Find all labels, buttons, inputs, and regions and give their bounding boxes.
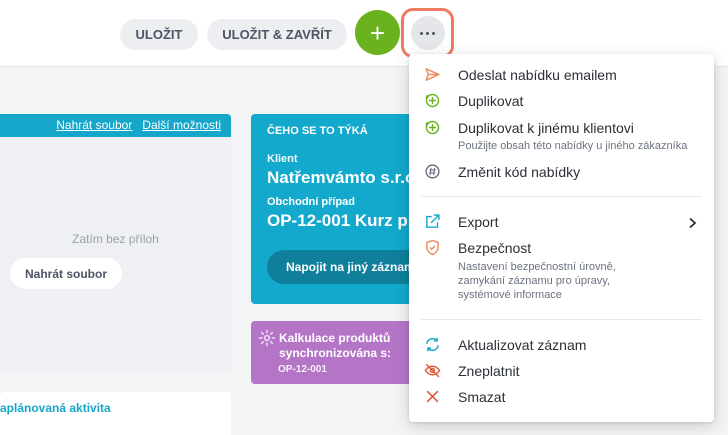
duplicate-icon <box>425 93 440 108</box>
menu-item-duplicate-other-client[interactable]: Duplikovat k jinému klientovi Použijte o… <box>409 117 714 155</box>
menu-item-invalidate[interactable]: Zneplatnit <box>409 360 714 382</box>
more-options-menu: Odeslat nabídku emailem Duplikovat Dupli… <box>409 54 714 422</box>
calculation-title: Kalkulace produktů synchronizována s: <box>279 331 392 360</box>
menu-item-send-email[interactable]: Odeslat nabídku emailem <box>409 64 714 86</box>
attachments-empty-text: Zatím bez příloh <box>72 232 159 246</box>
menu-item-label: Zneplatnit <box>458 363 520 379</box>
upload-file-link[interactable]: Nahrát soubor <box>56 118 132 132</box>
hash-icon <box>425 164 440 179</box>
menu-item-label: Smazat <box>458 389 506 405</box>
send-icon <box>425 68 440 81</box>
duplicate-icon <box>425 120 440 135</box>
menu-item-label: Duplikovat <box>458 93 524 109</box>
shield-icon <box>426 239 439 256</box>
menu-item-security[interactable]: Bezpečnost Nastavení bezpečnostní úrovně… <box>409 237 714 303</box>
more-options-button[interactable] <box>410 16 445 50</box>
ellipsis-icon <box>420 31 423 35</box>
attachments-header: Nahrát soubor Další možnosti <box>0 114 231 137</box>
menu-item-description: Nastavení bezpečnostní úrovně, <box>458 261 616 273</box>
menu-item-label: Změnit kód nabídky <box>458 164 581 180</box>
connect-record-button[interactable]: Napojit na jiný záznam <box>267 250 421 284</box>
card-heading: ČEHO SE TO TÝKÁ <box>267 125 368 137</box>
upload-file-button[interactable]: Nahrát soubor <box>10 258 122 289</box>
case-value[interactable]: OP-12-001 Kurz práce <box>267 211 421 231</box>
menu-item-change-code[interactable]: Změnit kód nabídky <box>409 161 714 183</box>
menu-item-label: Export <box>458 214 499 230</box>
close-icon <box>426 390 439 403</box>
menu-item-refresh[interactable]: Aktualizovat záznam <box>409 334 714 356</box>
more-options-highlight <box>401 8 454 58</box>
menu-item-export[interactable]: Export <box>409 211 714 233</box>
menu-item-label: Bezpečnost <box>458 240 532 256</box>
menu-item-delete[interactable]: Smazat <box>409 386 714 408</box>
client-value[interactable]: Natřemvámto s.r.o. <box>267 168 420 188</box>
gear-icon <box>258 329 276 347</box>
eye-off-icon <box>424 363 441 378</box>
related-to-card: ČEHO SE TO TÝKÁ Klient Natřemvámto s.r.o… <box>251 114 421 304</box>
save-and-close-button[interactable]: ULOŽIT & ZAVŘÍT <box>207 19 347 50</box>
menu-separator <box>421 319 702 320</box>
refresh-icon <box>426 337 439 352</box>
menu-item-label: Aktualizovat záznam <box>458 337 587 353</box>
add-button[interactable]: + <box>355 10 400 55</box>
save-button[interactable]: ULOŽIT <box>120 19 198 50</box>
menu-item-label: Odeslat nabídku emailem <box>458 67 617 83</box>
chevron-right-icon <box>689 217 697 229</box>
calculation-code: OP-12-001 <box>278 364 327 375</box>
planned-activity-label[interactable]: aplánovaná aktivita <box>0 401 111 415</box>
external-link-icon <box>426 214 440 228</box>
product-calculation-card[interactable]: Kalkulace produktů synchronizována s: OP… <box>251 321 421 384</box>
menu-item-label: Duplikovat k jinému klientovi <box>458 120 634 136</box>
menu-item-description: Použijte obsah této nabídky u jiného zák… <box>458 140 688 152</box>
menu-item-duplicate[interactable]: Duplikovat <box>409 90 714 112</box>
case-label: Obchodní případ <box>267 196 355 208</box>
client-label: Klient <box>267 153 298 165</box>
more-options-link[interactable]: Další možnosti <box>142 118 221 132</box>
menu-item-description: zamykání záznamu pro úpravy, <box>458 275 611 287</box>
menu-item-description: systémové informace <box>458 289 562 301</box>
menu-separator <box>421 196 702 197</box>
